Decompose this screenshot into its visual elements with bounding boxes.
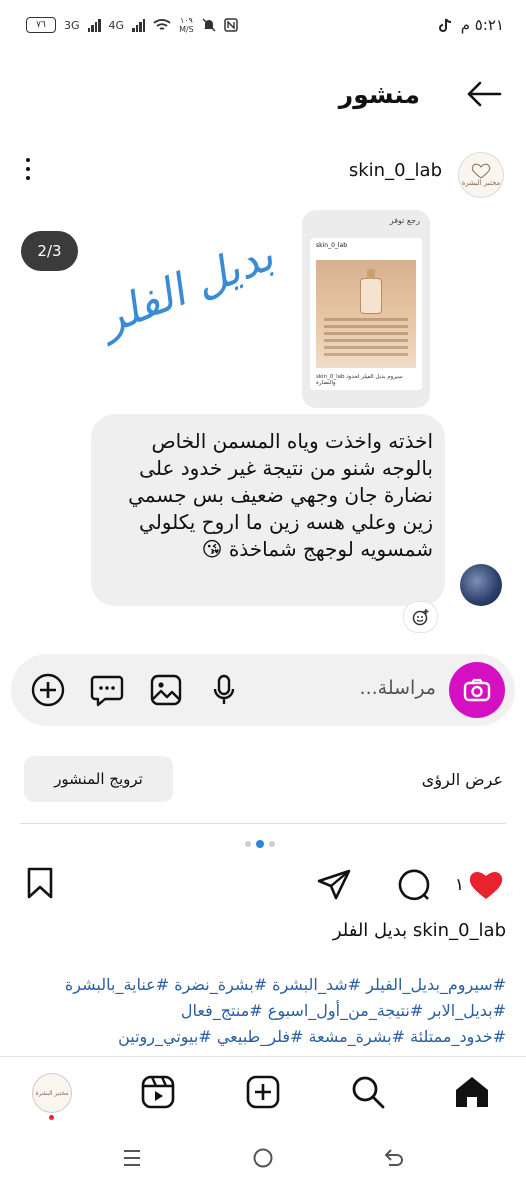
microphone-icon[interactable] (206, 672, 242, 708)
shared-post-thumbnail[interactable]: رجع توفر skin_0_lab skin_0_lab سيروم بدي… (302, 210, 430, 408)
nav-divider (0, 1056, 526, 1057)
net-type-1: 3G (64, 18, 80, 32)
hashtags[interactable]: #سيروم_بديل_الفيلر #شد_البشرة #بشرة_نضرة… (16, 972, 506, 1050)
back-arrow-icon[interactable] (466, 80, 502, 108)
message-composer (11, 654, 515, 726)
tiktok-icon (439, 18, 452, 32)
nfc-icon (224, 18, 238, 32)
recent-apps-icon[interactable] (112, 1140, 152, 1176)
hashtag-line[interactable]: #سيروم_بديل_الفيلر #شد_البشرة #بشرة_نضرة… (16, 972, 506, 998)
gallery-icon[interactable] (148, 672, 184, 708)
heart-logo-icon (471, 163, 491, 179)
net-speed-unit: M/S (179, 25, 194, 34)
product-photo (316, 260, 416, 368)
comment-icon[interactable] (397, 868, 431, 902)
thumb-username: skin_0_lab (316, 242, 348, 249)
clock: ٥:٢١ م (460, 16, 504, 34)
carousel-counter: 2/3 (21, 231, 78, 271)
status-bar: ٧٦ 3G 4G ١٠٩ M/S ٥:٢١ م (0, 0, 526, 56)
plus-circle-icon[interactable] (30, 672, 66, 708)
like-group: ١ (317, 868, 504, 902)
status-left: ٧٦ 3G 4G ١٠٩ M/S (26, 16, 238, 34)
post-author-avatar[interactable]: مختبر البشرة (458, 152, 504, 198)
camera-button[interactable] (449, 662, 505, 718)
serum-bottle-icon (360, 269, 382, 314)
thumb-card: skin_0_lab skin_0_lab سيروم بديل الفيلر … (310, 238, 422, 390)
photo-text-lines (324, 318, 408, 360)
view-insights-link[interactable]: عرض الرؤى (422, 770, 503, 789)
heart-liked-icon[interactable] (468, 869, 504, 901)
boost-post-button[interactable]: ترويج المنشور (24, 756, 173, 802)
profile-avatar-text: مختبر البشرة (35, 1089, 69, 1097)
net-speed: ١٠٩ M/S (179, 16, 194, 34)
signal-icon-2 (132, 18, 146, 32)
sender-avatar[interactable] (460, 564, 502, 606)
home-icon[interactable] (452, 1072, 492, 1112)
sticker-chat-icon[interactable] (89, 672, 125, 708)
reels-icon[interactable] (138, 1072, 178, 1112)
message-input[interactable]: مراسلة... (360, 677, 436, 699)
camera-icon (463, 678, 491, 702)
net-type-2: 4G (108, 18, 125, 32)
post-username[interactable]: skin_0_lab (349, 160, 442, 181)
system-back-icon[interactable] (374, 1140, 414, 1176)
carousel-dots (245, 840, 275, 848)
mute-bell-icon (202, 18, 216, 32)
post-caption: skin_0_lab بديل الفلر (333, 920, 506, 941)
create-post-icon[interactable] (243, 1072, 283, 1112)
overlay-script-text: بديل الفلر (93, 229, 281, 346)
caption-text: بديل الفلر (332, 920, 408, 941)
signal-icon (87, 18, 101, 32)
caption-username[interactable]: skin_0_lab (413, 920, 506, 941)
more-options-icon[interactable] (26, 158, 30, 180)
page-title: منشور (338, 80, 420, 109)
profile-tab-avatar[interactable]: مختبر البشرة (32, 1073, 72, 1113)
divider (20, 823, 506, 824)
thumb-footer: skin_0_lab سيروم بديل الفيلر لخدود والنض… (316, 374, 403, 386)
share-send-icon[interactable] (317, 869, 351, 901)
bookmark-icon[interactable] (26, 867, 54, 899)
notification-dot (49, 1115, 54, 1120)
battery-level: ٧٦ (36, 20, 46, 30)
net-speed-value: ١٠٩ (179, 16, 193, 25)
home-circle-icon[interactable] (243, 1140, 283, 1176)
likes-count[interactable]: ١ (455, 875, 464, 895)
avatar-brand-text: مختبر البشرة (461, 179, 501, 187)
wifi-icon (153, 19, 171, 30)
add-reaction-icon[interactable] (403, 601, 438, 633)
battery-icon: ٧٦ (26, 17, 56, 33)
message-text: اخذته واخذت وياه المسمن الخاص بالوجه شنو… (128, 429, 433, 561)
hashtag-line[interactable]: #خدود_ممتلئة #بشرة_مشعة #فلر_طبيعي #بيوت… (16, 1024, 506, 1050)
hashtag-line[interactable]: #بديل_الابر #نتيجة_من_أول_اسبوع #منتج_فع… (16, 998, 506, 1024)
search-icon[interactable] (348, 1072, 388, 1112)
